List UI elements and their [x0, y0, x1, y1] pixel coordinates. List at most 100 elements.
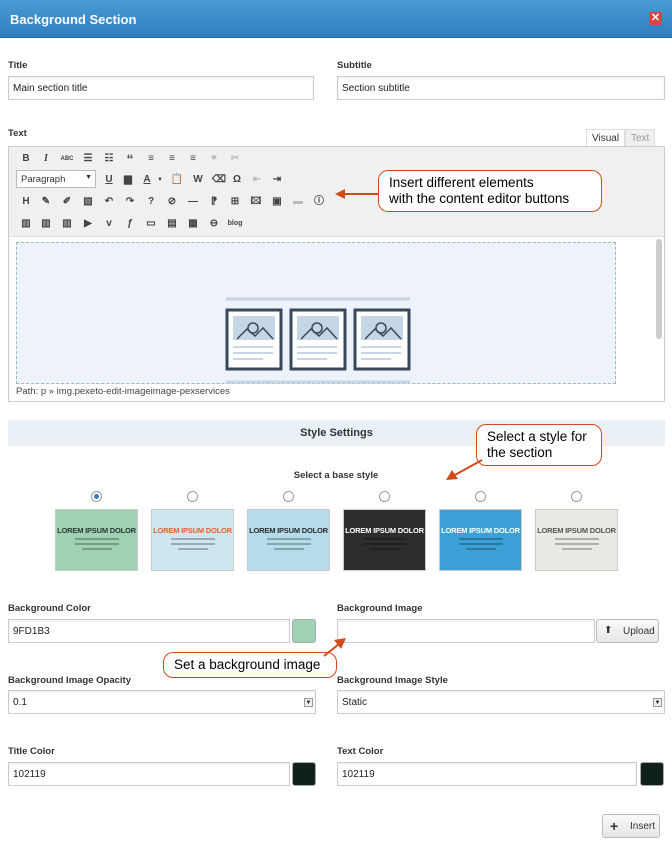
services-image [225, 297, 411, 384]
blog-button[interactable]: blog [223, 217, 247, 231]
style-radio-5[interactable] [475, 491, 486, 502]
tab-visual[interactable]: Visual [586, 129, 626, 146]
plus-icon: + [610, 818, 619, 834]
media-icon[interactable]: ▣ [269, 195, 285, 209]
box-icon[interactable]: ▧ [80, 195, 96, 209]
text-color-label: Text Color [337, 746, 384, 757]
opacity-select[interactable]: 0.1 ▼ [8, 690, 316, 714]
underline-icon[interactable]: U [101, 173, 117, 187]
editor-content-area[interactable] [16, 242, 616, 384]
columns-4-icon[interactable]: ▥ [59, 217, 75, 231]
style-radio-3[interactable] [283, 491, 294, 502]
video-icon[interactable]: ▶ [80, 217, 96, 231]
align-center-icon[interactable]: ≡ [164, 152, 180, 166]
bg-image-input[interactable] [337, 619, 595, 643]
style-thumb-4[interactable]: LOREM IPSUM DOLOR [343, 509, 426, 571]
pen-icon[interactable]: ✐ [59, 195, 75, 209]
unlink-icon[interactable]: ✂ [227, 152, 243, 166]
box-shortcode-icon[interactable]: ▤ [164, 217, 180, 231]
bold-icon[interactable]: B [18, 152, 34, 166]
style-radio-1[interactable] [91, 491, 102, 502]
style-thumb-line [273, 548, 304, 550]
indent-icon[interactable]: ⇥ [269, 173, 285, 187]
paste-word-icon[interactable]: W [190, 173, 206, 187]
bg-color-input[interactable]: 9FD1B3 [8, 619, 290, 643]
style-thumb-title: LOREM IPSUM DOLOR [57, 526, 136, 535]
upload-button[interactable]: ⬆ Upload [596, 619, 659, 643]
divider-icon[interactable]: ▬ [290, 195, 306, 209]
bg-color-swatch[interactable] [292, 619, 316, 643]
bullet-list-icon[interactable]: ☰ [80, 152, 96, 166]
bg-image-label: Background Image [337, 603, 423, 614]
style-callout: Select a style for the section [476, 424, 602, 466]
redo-icon[interactable]: ↷ [122, 195, 138, 209]
title-label: Title [8, 60, 28, 71]
insert-button[interactable]: + Insert [602, 814, 660, 838]
dialog-titlebar: Background Section ✕ [0, 0, 672, 38]
outdent-icon[interactable]: ⇤ [249, 173, 265, 187]
style-thumb-3[interactable]: LOREM IPSUM DOLOR [247, 509, 330, 571]
style-radio-2[interactable] [187, 491, 198, 502]
accordion-icon[interactable]: ▦ [185, 217, 201, 231]
style-thumb-line [170, 543, 215, 545]
style-thumb-line [362, 538, 407, 540]
text-color-swatch[interactable] [640, 762, 664, 786]
upload-label: Upload [623, 626, 655, 637]
strikethrough-icon[interactable]: ABC [59, 152, 75, 166]
style-thumb-6[interactable]: LOREM IPSUM DOLOR [535, 509, 618, 571]
clear-format-icon[interactable]: ⌫ [211, 173, 227, 187]
help-icon[interactable]: ? [143, 195, 159, 209]
editor-scrollbar[interactable] [656, 239, 662, 339]
image-icon[interactable]: 🖾 [248, 195, 264, 209]
vimeo-icon[interactable]: v [101, 217, 117, 231]
style-radio-4[interactable] [379, 491, 390, 502]
table-icon[interactable]: ⊞ [227, 195, 243, 209]
style-radio-6[interactable] [571, 491, 582, 502]
special-char-icon[interactable]: Ω [229, 173, 245, 187]
italic-icon[interactable]: I [38, 152, 54, 166]
blockquote-icon[interactable]: “ [122, 152, 138, 166]
align-left-icon[interactable]: ≡ [143, 152, 159, 166]
columns-icon[interactable]: ▥ [18, 217, 34, 231]
bg-color-label: Background Color [8, 603, 91, 614]
justify-icon[interactable]: ▆ [120, 173, 136, 187]
circle-icon[interactable]: ⊖ [206, 217, 222, 231]
image-style-label: Background Image Style [337, 675, 448, 686]
numbered-list-icon[interactable]: ☷ [101, 152, 117, 166]
close-icon[interactable]: ✕ [649, 12, 662, 25]
title-input[interactable]: Main section title [8, 76, 314, 100]
columns-3-icon[interactable]: ▥ [38, 217, 54, 231]
h-icon[interactable]: H [18, 195, 34, 209]
paste-text-icon[interactable]: 📋 [169, 173, 185, 187]
style-thumb-line [177, 548, 208, 550]
undo-icon[interactable]: ↶ [101, 195, 117, 209]
flash-icon[interactable]: ƒ [122, 217, 138, 231]
style-thumb-line [266, 543, 311, 545]
hr-icon[interactable]: — [185, 195, 201, 209]
title-color-input[interactable]: 102119 [8, 762, 290, 786]
button-icon[interactable]: ▭ [143, 217, 159, 231]
text-color-dropdown-icon[interactable]: ▼ [152, 173, 168, 187]
style-thumb-2[interactable]: LOREM IPSUM DOLOR [151, 509, 234, 571]
style-thumb-line [170, 538, 215, 540]
style-thumb-1[interactable]: LOREM IPSUM DOLOR [55, 509, 138, 571]
title-color-swatch[interactable] [292, 762, 316, 786]
paragraph-select[interactable]: Paragraph ▼ [16, 170, 96, 188]
pencil-icon[interactable]: ✎ [38, 195, 54, 209]
text-color-input[interactable]: 102119 [337, 762, 637, 786]
info-icon[interactable]: ⓘ [311, 195, 327, 209]
align-right-icon[interactable]: ≡ [185, 152, 201, 166]
image-style-value: Static [342, 697, 368, 708]
link-icon[interactable]: ⚭ [206, 152, 222, 166]
style-thumb-title: LOREM IPSUM DOLOR [537, 526, 616, 535]
subtitle-input[interactable]: Section subtitle [337, 76, 665, 100]
clear-icon[interactable]: ⊘ [164, 195, 180, 209]
style-thumb-line [81, 548, 112, 550]
opacity-label: Background Image Opacity [8, 675, 132, 686]
style-thumb-5[interactable]: LOREM IPSUM DOLOR [439, 509, 522, 571]
insert-label: Insert [630, 821, 656, 832]
image-style-select[interactable]: Static ▼ [337, 690, 665, 714]
tab-text[interactable]: Text [625, 129, 656, 146]
format-icon[interactable]: ⁋ [206, 195, 222, 209]
style-thumb-title: LOREM IPSUM DOLOR [153, 526, 232, 535]
